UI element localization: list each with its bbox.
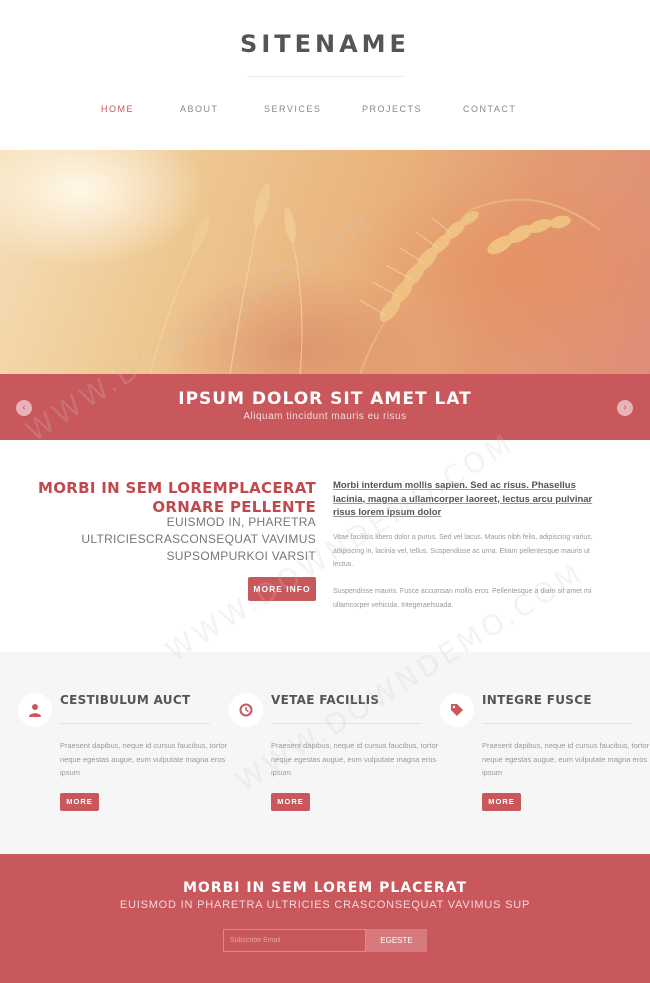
header: SITENAME HOME ABOUT SERVICES PROJECTS CO…	[0, 0, 650, 150]
subscribe-email-input[interactable]	[223, 929, 366, 952]
intro-sub-line: ULTRICIESCRASCONSEQUAT VAVIMUS	[81, 532, 316, 546]
footer-subtitle: EUISMOD IN PHARETRA ULTRICIES CRASCONSEQ…	[119, 899, 531, 911]
clock-icon	[229, 693, 263, 727]
intro-paragraph: Vitae facilisis libero dolor a purus. Se…	[333, 534, 593, 568]
feature-text: Praesent dapibus, neque id cursus faucib…	[271, 741, 439, 777]
feature-text: Praesent dapibus, neque id cursus faucib…	[60, 741, 228, 777]
intro-sub-line: SUPSOMPURKOI VARSIT	[166, 549, 316, 563]
site-name[interactable]: SITENAME	[0, 30, 650, 58]
feature-more-button[interactable]: MORE	[60, 793, 99, 811]
hero-image	[0, 150, 650, 374]
nav-item-projects[interactable]: PROJECTS	[362, 104, 422, 114]
hero-title: IPSUM DOLOR SIT AMET LAT	[178, 389, 472, 409]
more-info-button[interactable]: MORE INFO	[248, 577, 316, 601]
feature-more-button[interactable]: MORE	[482, 793, 521, 811]
feature-title: VETAE FACILLIS	[271, 693, 380, 707]
feature-title: CESTIBULUM AUCT	[60, 693, 191, 707]
subscribe-button[interactable]: EGESTE	[366, 929, 427, 952]
feature-divider	[60, 723, 210, 724]
feature-title: INTEGRE FUSCE	[482, 693, 592, 707]
user-icon	[18, 693, 52, 727]
feature-divider	[271, 723, 421, 724]
intro-heading-line: MORBI IN SEM LOREMPLACERAT	[38, 479, 316, 497]
wheat-illustration	[149, 183, 601, 374]
footer-section	[0, 854, 650, 983]
feature-more-button[interactable]: MORE	[271, 793, 310, 811]
intro-heading: MORBI IN SEM LOREMPLACERAT ORNARE PELLEN…	[20, 479, 316, 517]
intro-subheading: EUISMOD IN, PHARETRA ULTRICIESCRASCONSEQ…	[20, 514, 316, 565]
nav-item-home[interactable]: HOME	[101, 104, 134, 114]
nav-item-about[interactable]: ABOUT	[180, 104, 219, 114]
intro-lead-text[interactable]: Morbi interdum mollis sapien. Sed ac ris…	[333, 479, 601, 520]
header-divider	[247, 76, 403, 77]
feature-text: Praesent dapibus, neque id cursus faucib…	[482, 741, 650, 777]
slider-prev-button[interactable]: ‹	[16, 400, 32, 416]
footer-title: MORBI IN SEM LOREM PLACERAT	[182, 880, 468, 896]
intro-paragraph: Suspendisse mauris. Fusce accumsan molli…	[333, 588, 592, 609]
nav-item-services[interactable]: SERVICES	[264, 104, 321, 114]
nav-item-contact[interactable]: CONTACT	[463, 104, 516, 114]
hero-subtitle: Aliquam tincidunt mauris eu risus	[243, 411, 407, 422]
intro-sub-line: EUISMOD IN, PHARETRA	[166, 515, 316, 529]
tag-icon	[440, 693, 474, 727]
main-nav: HOME ABOUT SERVICES PROJECTS CONTACT	[0, 104, 650, 118]
feature-divider	[482, 723, 632, 724]
slider-next-button[interactable]: ›	[617, 400, 633, 416]
hero-banner: IPSUM DOLOR SIT AMET LAT Aliquam tincidu…	[0, 374, 650, 440]
